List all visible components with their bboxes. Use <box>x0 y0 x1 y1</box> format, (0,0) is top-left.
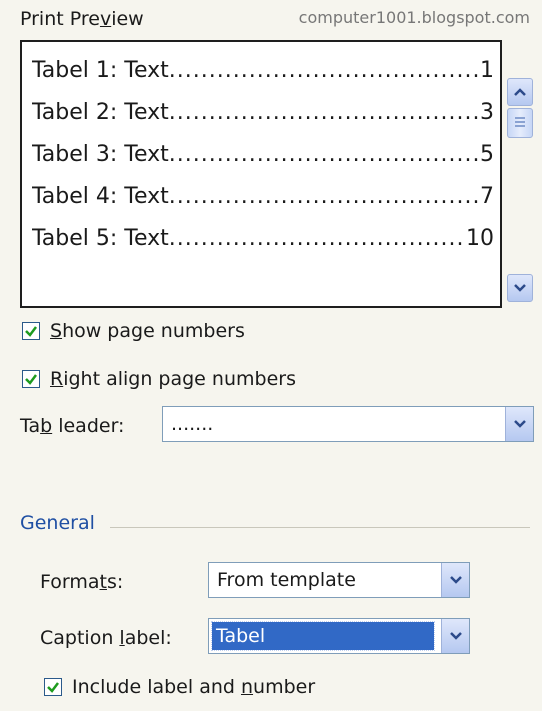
preview-entry: Tabel 5: Text...........................… <box>32 225 494 251</box>
section-divider <box>110 527 530 528</box>
right-align-label: Right align page numbers <box>50 368 296 390</box>
show-page-numbers-checkbox[interactable] <box>22 322 40 340</box>
general-section-heading: General <box>20 512 95 534</box>
formats-label: Formats: <box>40 571 124 593</box>
tab-leader-dropdown[interactable]: ....... <box>162 406 534 442</box>
formats-dropdown-button[interactable] <box>441 563 469 597</box>
print-preview-title: Print Preview <box>20 8 144 30</box>
checkmark-icon <box>25 374 37 385</box>
chevron-down-icon <box>449 632 462 640</box>
show-page-numbers-option[interactable]: Show page numbers <box>22 320 245 342</box>
preview-entry: Tabel 1: Text...........................… <box>32 57 494 83</box>
include-label-label: Include label and number <box>72 676 316 698</box>
caption-label-dropdown-button[interactable] <box>441 619 469 653</box>
scroll-up-button[interactable] <box>507 78 533 106</box>
right-align-checkbox[interactable] <box>22 370 40 388</box>
caption-label-selected-value: Tabel <box>211 621 435 651</box>
scroll-thumb[interactable] <box>507 108 533 138</box>
right-align-option[interactable]: Right align page numbers <box>22 368 296 390</box>
tab-leader-dropdown-button[interactable] <box>505 407 533 441</box>
include-label-checkbox[interactable] <box>44 678 62 696</box>
scroll-up-icon <box>514 88 526 96</box>
scroll-down-button[interactable] <box>507 274 533 302</box>
formats-dropdown[interactable]: From template <box>208 562 470 598</box>
print-preview-box: Tabel 1: Text...........................… <box>20 40 502 308</box>
preview-entry: Tabel 3: Text...........................… <box>32 141 494 167</box>
scroll-down-icon <box>514 284 526 292</box>
watermark-text: computer1001.blogspot.com <box>298 8 530 27</box>
include-label-option[interactable]: Include label and number <box>44 676 315 698</box>
caption-label-label: Caption label: <box>40 627 172 649</box>
tab-leader-label: Tab leader: <box>20 415 125 437</box>
checkmark-icon <box>25 326 37 337</box>
caption-label-dropdown[interactable]: Tabel <box>208 618 470 654</box>
chevron-down-icon <box>449 576 462 584</box>
chevron-down-icon <box>513 420 526 428</box>
preview-entry: Tabel 2: Text...........................… <box>32 99 494 125</box>
checkmark-icon <box>47 682 59 693</box>
show-page-numbers-label: Show page numbers <box>50 320 245 342</box>
preview-entry: Tabel 4: Text...........................… <box>32 183 494 209</box>
